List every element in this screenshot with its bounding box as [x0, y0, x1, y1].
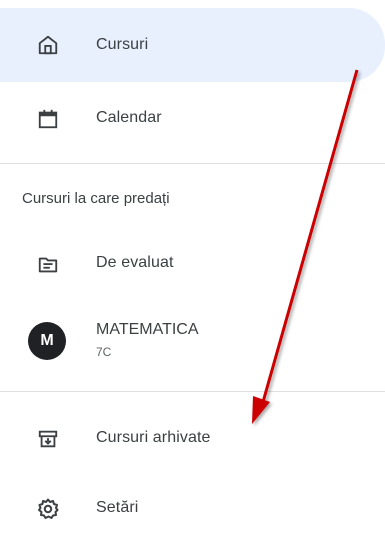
- nav-item-archived[interactable]: Cursuri arhivate: [0, 402, 385, 474]
- nav-label-archived: Cursuri arhivate: [96, 429, 211, 446]
- nav-item-to-review[interactable]: De evaluat: [0, 228, 385, 300]
- avatar: M: [28, 322, 66, 360]
- divider: [0, 391, 385, 392]
- nav-item-settings[interactable]: Setări: [0, 474, 385, 546]
- calendar-icon: [35, 106, 61, 132]
- class-name: MATEMATICA: [96, 321, 199, 338]
- divider: [0, 163, 385, 164]
- nav-label-settings: Setări: [96, 499, 139, 516]
- nav-label-courses: Cursuri: [96, 36, 149, 53]
- class-section: 7C: [96, 345, 112, 359]
- archive-icon: [35, 426, 61, 452]
- section-title: Cursuri la care predați: [22, 190, 170, 207]
- home-icon: [35, 32, 61, 58]
- gear-icon: [35, 496, 61, 522]
- nav-label-calendar: Calendar: [96, 109, 162, 126]
- nav-item-courses[interactable]: Cursuri: [0, 8, 385, 82]
- nav-item-calendar[interactable]: Calendar: [0, 82, 385, 154]
- folder-list-icon: [35, 252, 61, 278]
- nav-label-to-review: De evaluat: [96, 254, 174, 271]
